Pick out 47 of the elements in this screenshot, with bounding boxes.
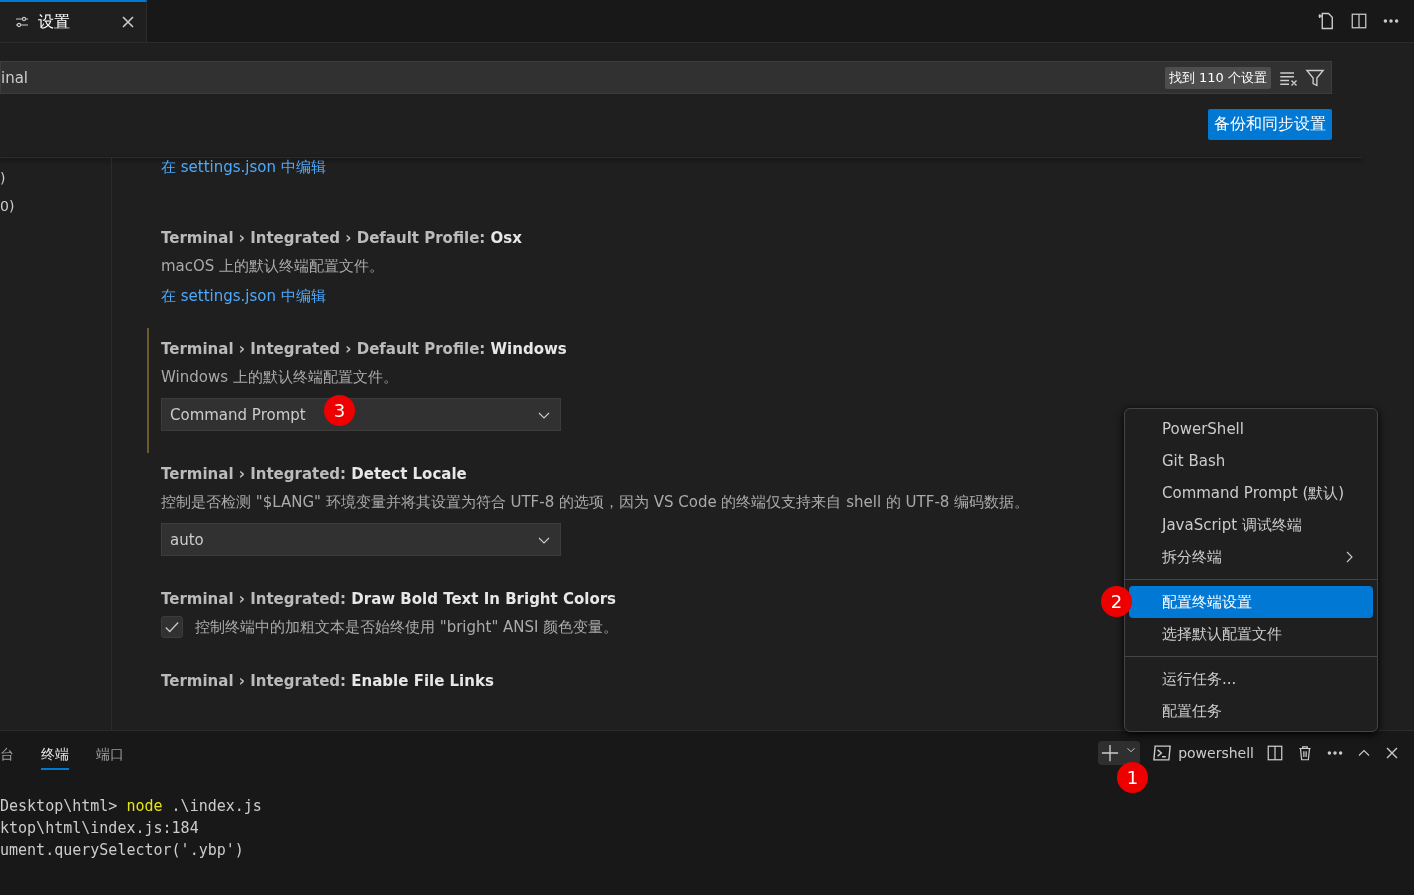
setting-title: Terminal › Integrated › Default Profile: Windows	[161, 339, 567, 360]
new-terminal-button[interactable]	[1098, 741, 1141, 765]
step-marker: 2	[1101, 586, 1132, 617]
menu-item[interactable]: 配置任务	[1129, 695, 1373, 727]
panel-tab[interactable]: 终端	[41, 736, 69, 770]
sidebar-item[interactable]: 0)	[0, 192, 111, 220]
menu-item[interactable]: JavaScript 调试终端	[1129, 509, 1373, 541]
terminal-icon	[1152, 743, 1173, 763]
menu-item[interactable]: 配置终端设置	[1129, 586, 1373, 618]
checkbox[interactable]	[161, 616, 183, 638]
menu-item[interactable]: 拆分终端	[1129, 541, 1373, 573]
menu-item[interactable]: Command Prompt (默认)	[1129, 477, 1373, 509]
setting-title: Terminal › Integrated: Draw Bold Text In Bright Colors	[161, 589, 617, 610]
filter-icon[interactable]	[1305, 67, 1325, 88]
sliders-icon	[14, 14, 30, 30]
edit-in-settings-json-link[interactable]: 在 settings.json 中编辑	[161, 287, 326, 306]
edit-in-settings-json-link[interactable]: 在 settings.json 中编辑	[161, 158, 326, 177]
plus-icon	[1100, 743, 1121, 763]
result-count: 找到 110 个设置	[1164, 66, 1271, 89]
trash-icon[interactable]	[1296, 744, 1314, 762]
open-file-icon[interactable]	[1316, 11, 1336, 31]
setting-description: 控制终端中的加粗文本是否始终使用 "bright" ANSI 颜色变量。	[195, 617, 619, 638]
setting-description: 控制是否检测 "$LANG" 环境变量并将其设置为符合 UTF-8 的选项，因为 VS Code 的终端仅支持来自 shell 的 UTF-8 编码数据。	[161, 492, 1030, 513]
setting-description: macOS 上的默认终端配置文件。	[161, 256, 385, 277]
setting-title: Terminal › Integrated: Enable File Links	[161, 671, 494, 692]
terminal-line: Desktop\html> node .\index.js	[0, 796, 263, 817]
search-field[interactable]: inal 找到 110 个设置	[0, 61, 1332, 94]
editor-tab[interactable]: 设置	[0, 0, 147, 42]
menu-item[interactable]: 运行任务...	[1129, 663, 1373, 695]
menu-item[interactable]: 选择默认配置文件	[1129, 618, 1373, 650]
close-icon[interactable]	[1384, 745, 1400, 761]
close-icon[interactable]	[120, 14, 136, 30]
terminal-line: ktop\html\index.js:184	[0, 818, 200, 839]
setting-description: Windows 上的默认终端配置文件。	[161, 367, 398, 388]
menu-item[interactable]: Git Bash	[1129, 445, 1373, 477]
split-editor-icon[interactable]	[1350, 12, 1368, 30]
dropdown[interactable]: auto	[161, 523, 561, 556]
backup-sync-button[interactable]: 备份和同步设置	[1208, 108, 1332, 140]
panel-tab[interactable]: 端口	[96, 736, 124, 770]
sidebar-item[interactable]: )	[0, 164, 111, 192]
terminal-line: ument.querySelector('.ybp')	[0, 840, 245, 861]
panel-tab[interactable]: 台	[0, 736, 14, 770]
split-terminal-icon[interactable]	[1266, 744, 1284, 762]
setting-title: Terminal › Integrated › Default Profile: Osx	[161, 228, 522, 249]
setting-title: Terminal › Integrated: Detect Locale	[161, 464, 467, 485]
terminal-selector[interactable]: powershell	[1152, 743, 1254, 763]
menu-item[interactable]: PowerShell	[1129, 413, 1373, 445]
